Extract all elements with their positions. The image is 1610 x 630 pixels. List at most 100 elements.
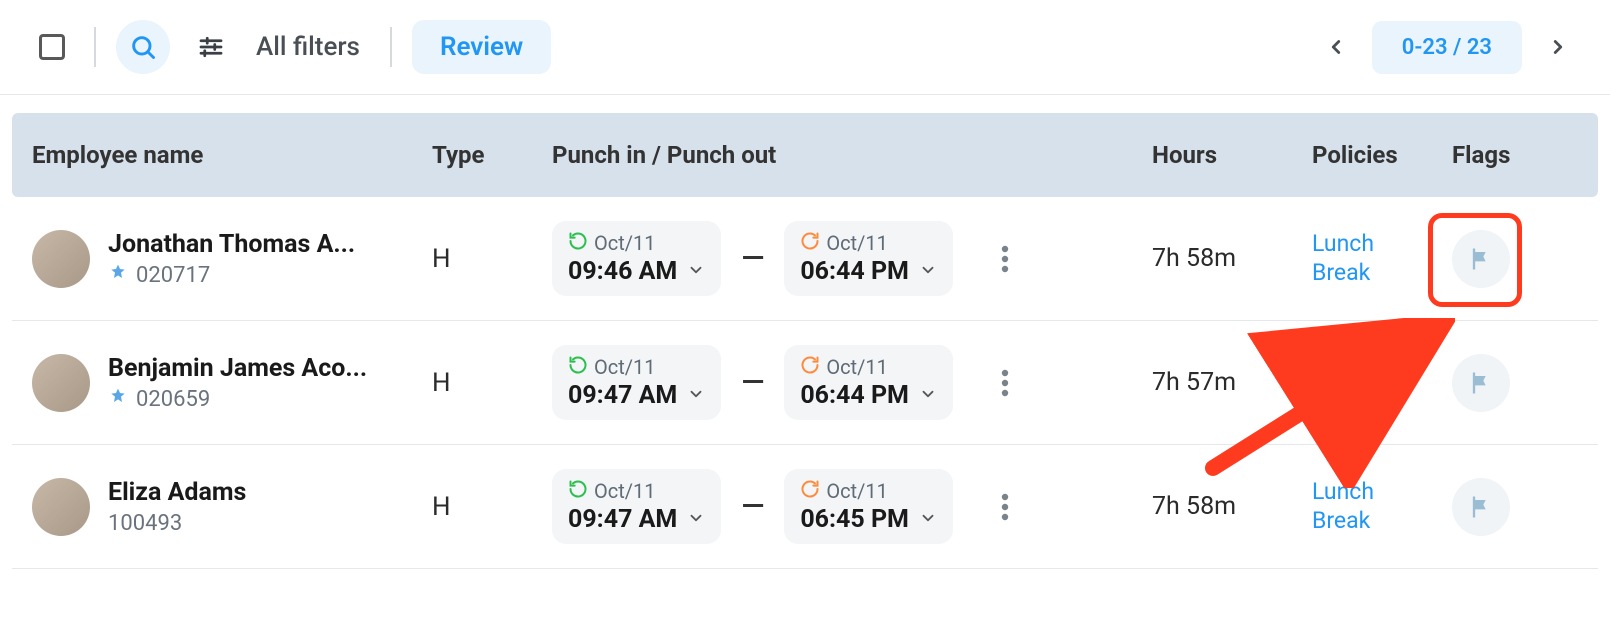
flag-icon: [1467, 245, 1495, 273]
chevron-down-icon: [687, 509, 705, 531]
chevron-down-icon: [687, 261, 705, 283]
kebab-icon: [1001, 369, 1009, 397]
employee-id-row: 020717: [108, 263, 355, 288]
column-employee[interactable]: Employee name: [32, 141, 432, 169]
column-policies[interactable]: Policies: [1312, 141, 1452, 169]
punch-in-chip[interactable]: Oct/1109:46 AM: [552, 221, 721, 296]
star-icon: [108, 263, 128, 287]
chip-date: Oct/11: [594, 231, 656, 255]
next-page-button[interactable]: [1536, 25, 1580, 69]
employee-info: Jonathan Thomas A... 020717: [108, 230, 355, 288]
type-cell: H: [432, 492, 552, 522]
chip-time: 06:45 PM: [800, 505, 909, 534]
hours-cell: 7h 57m: [1152, 368, 1312, 397]
page-range[interactable]: 0-23 / 23: [1372, 21, 1522, 74]
chip-time: 09:47 AM: [568, 505, 677, 534]
column-punch[interactable]: Punch in / Punch out: [552, 141, 1152, 169]
employee-id: 020659: [136, 387, 210, 412]
chip-time: 09:46 AM: [568, 257, 677, 286]
employee-info: Benjamin James Aco... 020659: [108, 354, 367, 412]
avatar: [32, 478, 90, 536]
type-cell: H: [432, 244, 552, 274]
policy-line: Break: [1312, 507, 1452, 536]
punch-in-icon: [568, 231, 588, 255]
flag-button[interactable]: [1452, 230, 1510, 288]
punch-cell: Oct/1109:47 AM—Oct/1106:44 PM: [552, 345, 1152, 420]
punch-out-icon: [800, 479, 820, 503]
search-button[interactable]: [116, 20, 170, 74]
dash-separator: —: [735, 241, 770, 276]
chip-time: 06:44 PM: [800, 257, 909, 286]
punch-in-icon: [568, 479, 588, 503]
employee-cell[interactable]: Eliza Adams 100493: [32, 478, 432, 536]
employee-name: Eliza Adams: [108, 478, 246, 507]
employee-cell[interactable]: Benjamin James Aco... 020659: [32, 354, 432, 412]
employee-cell[interactable]: Jonathan Thomas A... 020717: [32, 230, 432, 288]
policy-line: Lunch: [1312, 478, 1452, 507]
chip-bottom: 06:44 PM: [800, 381, 937, 410]
flags-cell: [1452, 230, 1552, 288]
dash-separator: —: [735, 365, 770, 400]
policies-link[interactable]: LunchBreak: [1312, 478, 1452, 536]
chip-top: Oct/11: [568, 355, 705, 379]
checkbox-icon: [39, 34, 65, 60]
policy-line: Lunch: [1312, 230, 1452, 259]
review-button[interactable]: Review: [412, 20, 551, 74]
column-hours[interactable]: Hours: [1152, 141, 1312, 169]
hours-cell: 7h 58m: [1152, 244, 1312, 273]
punch-cell: Oct/1109:46 AM—Oct/1106:44 PM: [552, 221, 1152, 296]
row-actions-button[interactable]: [987, 365, 1023, 401]
chip-date: Oct/11: [594, 355, 656, 379]
prev-page-button[interactable]: [1314, 25, 1358, 69]
punch-out-chip[interactable]: Oct/1106:44 PM: [784, 345, 953, 420]
policies-link[interactable]: LunchBreak: [1312, 230, 1452, 288]
employee-id-row: 100493: [108, 511, 246, 536]
column-flags[interactable]: Flags: [1452, 141, 1552, 169]
punch-in-chip[interactable]: Oct/1109:47 AM: [552, 469, 721, 544]
policy-line: Lunch: [1312, 354, 1452, 383]
avatar: [32, 230, 90, 288]
punch-out-chip[interactable]: Oct/1106:45 PM: [784, 469, 953, 544]
select-all-checkbox[interactable]: [30, 25, 74, 69]
employee-name: Benjamin James Aco...: [108, 354, 367, 383]
punch-out-chip[interactable]: Oct/1106:44 PM: [784, 221, 953, 296]
policies-link[interactable]: LunchBreak: [1312, 354, 1452, 412]
chevron-down-icon: [919, 509, 937, 531]
flag-button[interactable]: [1452, 478, 1510, 536]
table-row: Jonathan Thomas A...020717HOct/1109:46 A…: [12, 197, 1598, 321]
all-filters-button[interactable]: All filters: [256, 32, 360, 62]
sliders-button[interactable]: [184, 20, 238, 74]
flags-cell: [1452, 478, 1552, 536]
employee-id: 020717: [136, 263, 210, 288]
kebab-icon: [1001, 245, 1009, 273]
toolbar: All filters Review 0-23 / 23: [0, 0, 1610, 95]
chip-bottom: 09:46 AM: [568, 257, 705, 286]
employee-info: Eliza Adams 100493: [108, 478, 246, 536]
table-row: Eliza Adams100493HOct/1109:47 AM—Oct/110…: [12, 445, 1598, 569]
dash-separator: —: [735, 489, 770, 524]
type-cell: H: [432, 368, 552, 398]
table-row: Benjamin James Aco...020659HOct/1109:47 …: [12, 321, 1598, 445]
column-type[interactable]: Type: [432, 141, 552, 169]
chip-bottom: 06:45 PM: [800, 505, 937, 534]
chip-top: Oct/11: [800, 479, 937, 503]
chip-bottom: 09:47 AM: [568, 381, 705, 410]
table-header: Employee name Type Punch in / Punch out …: [12, 113, 1598, 197]
row-actions-button[interactable]: [987, 241, 1023, 277]
divider: [94, 27, 96, 67]
avatar: [32, 354, 90, 412]
punch-in-chip[interactable]: Oct/1109:47 AM: [552, 345, 721, 420]
punch-cell: Oct/1109:47 AM—Oct/1106:45 PM: [552, 469, 1152, 544]
sliders-icon: [196, 32, 226, 62]
chip-date: Oct/11: [594, 479, 656, 503]
policy-line: Break: [1312, 259, 1452, 288]
row-actions-button[interactable]: [987, 489, 1023, 525]
employee-id: 100493: [108, 511, 182, 536]
employee-name: Jonathan Thomas A...: [108, 230, 355, 259]
chip-bottom: 09:47 AM: [568, 505, 705, 534]
chevron-left-icon: [1325, 36, 1347, 58]
chip-top: Oct/11: [568, 479, 705, 503]
punch-out-icon: [800, 355, 820, 379]
chevron-down-icon: [919, 261, 937, 283]
flag-button[interactable]: [1452, 354, 1510, 412]
